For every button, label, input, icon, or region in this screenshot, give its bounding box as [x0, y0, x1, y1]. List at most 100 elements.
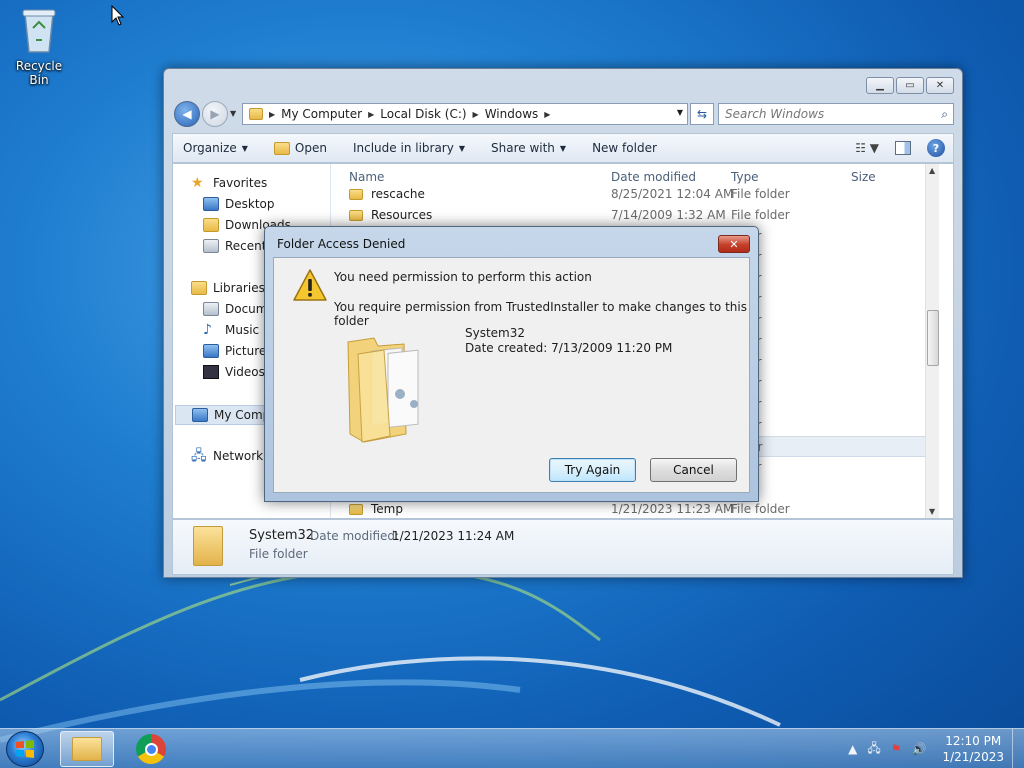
windows-logo-icon: [16, 740, 34, 758]
new-folder-button[interactable]: New folder: [592, 141, 657, 155]
window-controls: ▁ ▭ ✕: [866, 77, 954, 94]
column-header-size[interactable]: Size: [851, 170, 876, 184]
refresh-button[interactable]: ⇆: [690, 103, 714, 125]
column-header-type[interactable]: Type: [731, 170, 759, 184]
nav-network[interactable]: 🖧 Network: [191, 449, 263, 463]
taskbar-explorer-button[interactable]: [60, 731, 114, 767]
file-row[interactable]: Temp 1/21/2023 11:23 AM File folder: [349, 499, 939, 518]
file-name: Temp: [371, 502, 403, 516]
volume-icon[interactable]: 🔊: [912, 742, 927, 756]
clock[interactable]: 12:10 PM 1/21/2023: [942, 733, 1004, 765]
organize-button[interactable]: Organize ▼: [183, 141, 248, 155]
taskbar-chrome-button[interactable]: [124, 731, 178, 767]
details-type: File folder: [249, 547, 308, 561]
cancel-button[interactable]: Cancel: [650, 458, 737, 482]
nav-pictures[interactable]: Pictures: [203, 344, 273, 358]
folder-icon: [349, 504, 363, 515]
dialog-folder-name: System32: [465, 326, 526, 340]
file-row[interactable]: Resources 7/14/2009 1:32 AM File folder: [349, 205, 939, 226]
open-label: Open: [294, 141, 327, 155]
nav-favorites[interactable]: ★ Favorites: [191, 176, 267, 190]
warning-icon: [293, 269, 327, 301]
scrollbar-thumb[interactable]: [927, 310, 939, 366]
file-name: rescache: [371, 187, 425, 201]
chevron-down-icon: ▼: [241, 143, 248, 153]
computer-icon: [192, 408, 208, 422]
system32-folder-large-icon: [347, 337, 419, 443]
dialog-body: You need permission to perform this acti…: [273, 257, 750, 493]
close-icon: ✕: [729, 237, 739, 251]
folder-icon: [349, 210, 363, 221]
search-icon[interactable]: ⌕: [941, 107, 948, 122]
system32-folder-icon: [193, 526, 223, 566]
include-in-library-label: Include in library: [352, 141, 454, 155]
dialog-close-button[interactable]: ✕: [718, 235, 750, 253]
share-with-label: Share with: [491, 141, 555, 155]
close-button[interactable]: ✕: [926, 77, 954, 94]
history-dropdown-icon[interactable]: ▼: [230, 109, 236, 118]
share-with-button[interactable]: Share with ▼: [491, 141, 566, 155]
folder-access-denied-dialog[interactable]: Folder Access Denied ✕ You need permissi…: [264, 226, 759, 502]
file-row[interactable]: rescache 8/25/2021 12:04 AM File folder: [349, 184, 939, 205]
search-box[interactable]: ⌕: [718, 103, 954, 125]
try-again-button[interactable]: Try Again: [549, 458, 636, 482]
details-modified-value: 1/21/2023 11:24 AM: [392, 529, 515, 543]
show-hidden-icons-icon[interactable]: ▲: [848, 742, 857, 756]
open-folder-icon: [273, 141, 290, 155]
network-status-icon[interactable]: 🖧: [867, 739, 880, 760]
forward-arrow-icon: ▶: [210, 107, 220, 121]
show-desktop-button[interactable]: [1012, 729, 1024, 768]
nav-desktop[interactable]: Desktop: [203, 197, 275, 211]
nav-music[interactable]: ♪ Music: [203, 323, 259, 337]
nav-videos[interactable]: Videos: [203, 365, 265, 379]
libraries-icon: [191, 281, 207, 295]
maximize-button[interactable]: ▭: [896, 77, 924, 94]
nav-libraries-label: Libraries: [213, 281, 265, 295]
chevron-right-icon[interactable]: ▶: [473, 110, 479, 119]
scroll-down-icon[interactable]: ▼: [929, 507, 935, 516]
column-header-date-modified[interactable]: Date modified: [611, 170, 696, 184]
new-folder-label: New folder: [592, 141, 657, 155]
folder-icon: [249, 108, 263, 120]
chevron-right-icon[interactable]: ▶: [544, 110, 550, 119]
search-input[interactable]: [725, 107, 925, 121]
action-center-flag-icon[interactable]: ⚑: [891, 742, 902, 756]
taskbar: ▲ 🖧 ⚑ 🔊 12:10 PM 1/21/2023: [0, 728, 1024, 768]
minimize-button[interactable]: ▁: [866, 77, 894, 94]
help-icon[interactable]: ?: [927, 139, 945, 157]
chevron-right-icon[interactable]: ▶: [269, 110, 275, 119]
chevron-right-icon[interactable]: ▶: [368, 110, 374, 119]
include-in-library-button[interactable]: Include in library ▼: [353, 141, 465, 155]
address-dropdown-icon[interactable]: ▼: [677, 108, 683, 117]
file-type: File folder: [731, 208, 790, 222]
nav-desktop-label: Desktop: [225, 197, 275, 211]
back-arrow-icon: ◀: [182, 107, 192, 121]
nav-videos-label: Videos: [225, 365, 265, 379]
details-modified-label: Date modified:: [310, 529, 400, 543]
breadcrumb-local-disk[interactable]: Local Disk (C:): [380, 107, 466, 121]
scroll-up-icon[interactable]: ▲: [929, 166, 935, 175]
preview-pane-icon[interactable]: [895, 141, 911, 155]
clock-time: 12:10 PM: [945, 734, 1002, 748]
vertical-scrollbar[interactable]: ▲ ▼: [925, 164, 939, 518]
open-button[interactable]: Open: [273, 141, 327, 155]
breadcrumb-windows[interactable]: Windows: [485, 107, 539, 121]
breadcrumb-my-computer[interactable]: My Computer: [281, 107, 362, 121]
file-type: File folder: [731, 187, 790, 201]
change-view-icon[interactable]: ☷ ▼: [855, 141, 879, 155]
recent-places-icon: [203, 239, 219, 253]
nav-libraries[interactable]: Libraries: [191, 281, 265, 295]
address-row: ◀ ▶ ▼ ▶ My Computer ▶ Local Disk (C:) ▶ …: [172, 101, 954, 127]
recycle-bin-shortcut[interactable]: Recycle Bin: [6, 6, 72, 87]
dialog-folder-date: Date created: 7/13/2009 11:20 PM: [465, 341, 673, 355]
nav-my-computer-label: My Comp: [214, 408, 271, 422]
videos-icon: [203, 365, 219, 379]
chrome-icon: [136, 734, 166, 764]
column-header-name[interactable]: Name: [349, 170, 384, 184]
folder-icon: [349, 189, 363, 200]
start-button[interactable]: [6, 731, 44, 767]
back-button[interactable]: ◀: [174, 101, 200, 127]
forward-button[interactable]: ▶: [202, 101, 228, 127]
refresh-icon: ⇆: [696, 107, 708, 121]
address-bar[interactable]: ▶ My Computer ▶ Local Disk (C:) ▶ Window…: [242, 103, 688, 125]
